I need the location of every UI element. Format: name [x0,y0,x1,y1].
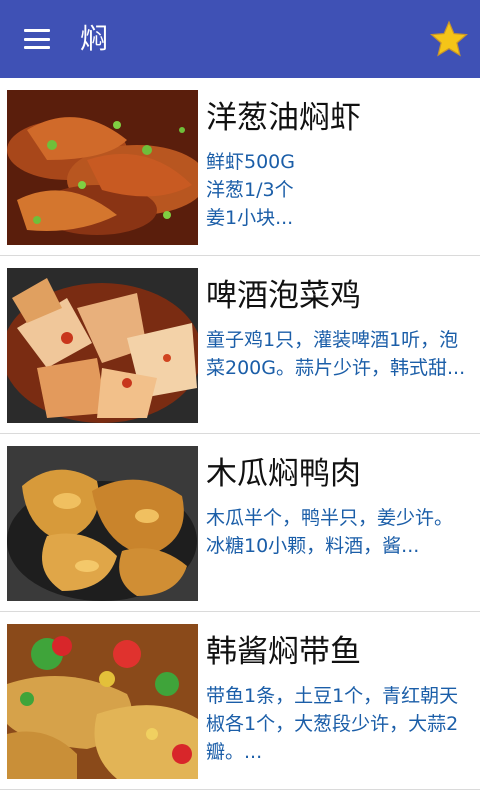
recipe-title: 洋葱油焖虾 [206,100,361,136]
star-icon[interactable] [430,20,468,58]
recipe-list: 洋葱油焖虾 鲜虾500G 洋葱1/3个 姜1小块... 啤酒泡菜鸡 童子鸡1只，… [0,78,480,790]
recipe-item[interactable]: 韩酱焖带鱼 带鱼1条，土豆1个，青红朝天椒各1个，大葱段少许，大蒜2瓣。... [0,612,480,790]
recipe-ingredients: 带鱼1条，土豆1个，青红朝天椒各1个，大葱段少许，大蒜2瓣。... [206,685,459,763]
menu-icon[interactable] [24,29,50,49]
recipe-photo-chicken [7,268,198,423]
recipe-title: 啤酒泡菜鸡 [206,278,361,314]
recipe-ingredients: 童子鸡1只，灌装啤酒1听，泡菜200G。蒜片少许，韩式甜... [206,329,466,379]
recipe-title: 韩酱焖带鱼 [206,634,361,670]
app-bar: 焖 [0,0,480,78]
recipe-photo-duck [7,446,198,601]
recipe-ingredients: 鲜虾500G 洋葱1/3个 姜1小块... [206,151,295,229]
recipe-item[interactable]: 洋葱油焖虾 鲜虾500G 洋葱1/3个 姜1小块... [0,78,480,256]
page-title: 焖 [80,22,109,55]
recipe-title: 木瓜焖鸭肉 [206,456,361,492]
recipe-photo-shrimp [7,90,198,245]
recipe-item[interactable]: 木瓜焖鸭肉 木瓜半个，鸭半只，姜少许。 冰糖10小颗，料酒，酱... [0,434,480,612]
recipe-ingredients: 木瓜半个，鸭半只，姜少许。 冰糖10小颗，料酒，酱... [206,507,454,557]
recipe-photo-hairtail-fish [7,624,198,779]
recipe-item[interactable]: 啤酒泡菜鸡 童子鸡1只，灌装啤酒1听，泡菜200G。蒜片少许，韩式甜... [0,256,480,434]
